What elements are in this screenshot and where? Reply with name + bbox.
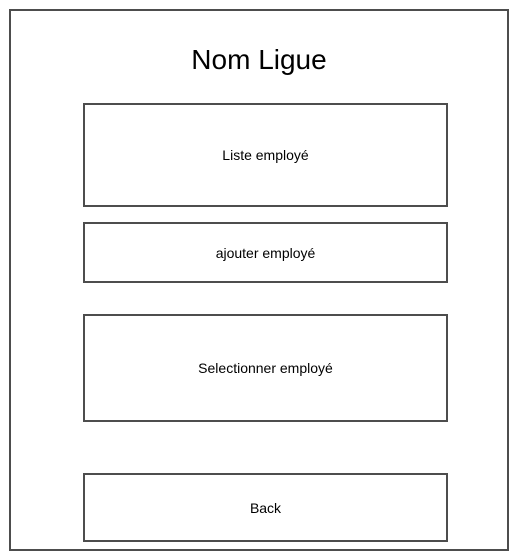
selectionner-employe-label: Selectionner employé [198, 360, 333, 376]
back-label: Back [249, 499, 282, 516]
selectionner-employe-button[interactable]: Selectionner employé [83, 314, 448, 422]
back-button[interactable]: Back [83, 473, 448, 542]
liste-employe-label: Liste employé [222, 147, 309, 163]
page-title: Nom Ligue [191, 44, 327, 75]
window-frame: Nom Ligue Liste employé ajouter employé … [9, 9, 509, 551]
liste-employe-button[interactable]: Liste employé [83, 103, 448, 207]
ajouter-employe-button[interactable]: ajouter employé [83, 222, 448, 283]
ajouter-employe-label: ajouter employé [215, 244, 316, 261]
